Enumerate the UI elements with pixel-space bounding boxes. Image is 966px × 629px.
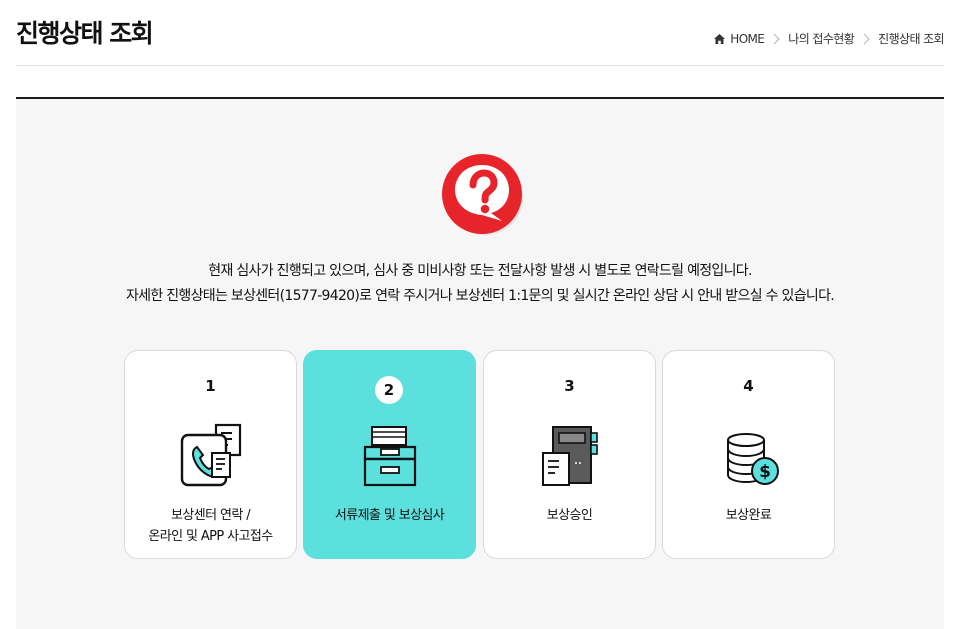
question-bubble-icon [442, 154, 523, 235]
step-label-line: 보상완료 [725, 508, 772, 523]
step-number: 4 [743, 377, 754, 395]
step-number: 2 [375, 376, 403, 404]
breadcrumb-current: 진행상태 조회 [878, 32, 944, 46]
step-number: 3 [564, 377, 575, 395]
step-card-3: 3 보상승인 [483, 350, 656, 559]
breadcrumb-home-label: HOME [730, 31, 765, 46]
binder-document-icon [541, 426, 598, 486]
step-label: 보상완료 [663, 505, 834, 526]
breadcrumb-home[interactable]: HOME [713, 31, 765, 46]
step-card-2: 2 서류제출 및 보상심사 [303, 350, 476, 559]
step-label: 보상센터 연락 / 온라인 및 APP 사고접수 [125, 505, 296, 547]
step-label: 보상승인 [484, 505, 655, 526]
svg-text:$: $ [759, 462, 771, 482]
coin-stack-icon: $ [726, 433, 779, 485]
step-label-line: 서류제출 및 보상심사 [334, 508, 445, 523]
step-label-line: 온라인 및 APP 사고접수 [148, 529, 273, 544]
header-divider [16, 65, 944, 66]
page-title: 진행상태 조회 [16, 19, 154, 48]
file-cabinet-icon [363, 426, 416, 487]
phone-document-icon [180, 423, 241, 487]
step-label: 서류제출 및 보상심사 [304, 505, 475, 526]
step-label-line: 보상센터 연락 / [170, 508, 251, 523]
step-number: 1 [205, 377, 216, 395]
chevron-right-icon [854, 33, 878, 45]
breadcrumb: HOME 나의 접수현황 진행상태 조회 [713, 30, 945, 47]
chevron-right-icon [764, 33, 788, 45]
step-card-4: 4 $ 보상완료 [662, 350, 835, 559]
step-card-1: 1 보상센터 연락 / 온라인 및 APP 사고접수 [124, 350, 297, 559]
breadcrumb-my-claims[interactable]: 나의 접수현황 [788, 30, 854, 47]
step-label-line: 보상승인 [546, 508, 593, 523]
notice-line-2: 자세한 진행상태는 보상센터(1577-9420)로 연락 주시거나 보상센터 … [125, 288, 835, 304]
home-icon [714, 33, 726, 44]
notice-line-1: 현재 심사가 진행되고 있으며, 심사 중 미비사항 또는 전달사항 발생 시 … [208, 263, 752, 279]
